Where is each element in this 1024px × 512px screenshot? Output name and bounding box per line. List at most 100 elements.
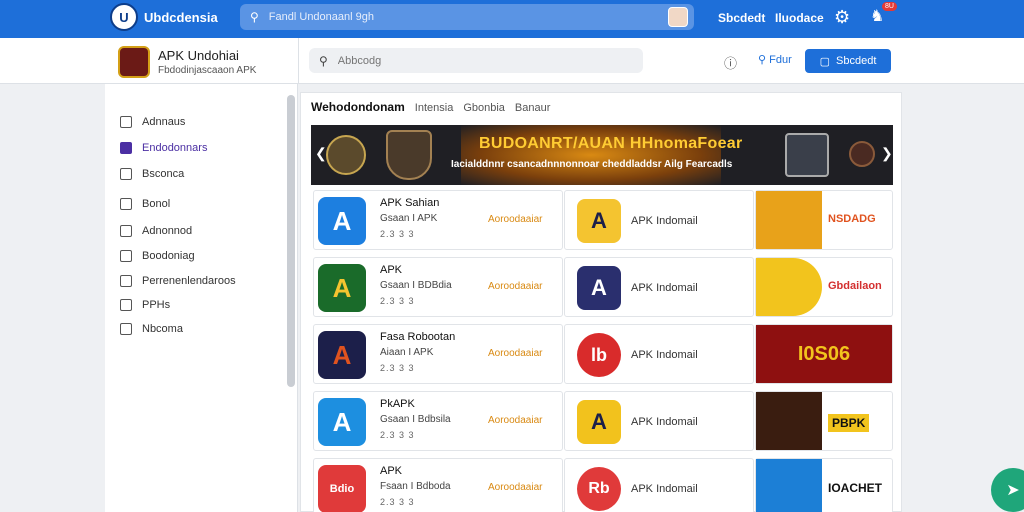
promo-card[interactable]: PBPK bbox=[755, 391, 893, 451]
app-card[interactable]: A APK Sahian Gsaan I APK 2.3 3 3 Aorooda… bbox=[313, 190, 563, 250]
top-bar: U Ubdcdensia ⚲ Sbcdedt Iluodace ⚙ ♞8U bbox=[0, 0, 1024, 38]
app-icon: A bbox=[577, 266, 621, 310]
global-search-input[interactable] bbox=[268, 11, 649, 23]
app-row: A PkAPK Gsaan I Bdbsila 2.3 3 3 Aoroodaa… bbox=[313, 391, 893, 451]
sidebar-scrollbar[interactable] bbox=[287, 95, 295, 387]
app-name: APK Indomail bbox=[631, 349, 698, 361]
content-search-input[interactable] bbox=[337, 54, 480, 67]
download-link[interactable]: Aoroodaaiar bbox=[488, 281, 542, 292]
banner-shield bbox=[386, 130, 432, 180]
brand-name[interactable]: Ubdcdensia bbox=[144, 10, 218, 25]
app-card[interactable]: Rb APK Indomail bbox=[564, 458, 754, 512]
app-subtitle: Gsaan I Bdbsila bbox=[380, 414, 451, 425]
tab-bar: Wehodondonam Intensia Gbonbia Banaur bbox=[311, 100, 550, 114]
sidebar-item-label: Adnonnod bbox=[142, 225, 193, 237]
app-version: 2.3 3 3 bbox=[380, 497, 415, 507]
sidebar-item-8[interactable]: PPHs bbox=[120, 299, 170, 311]
app-card[interactable]: A APK Indomail bbox=[564, 190, 754, 250]
download-link[interactable]: Aoroodaaiar bbox=[488, 348, 542, 359]
sidebar-item-label: PPHs bbox=[142, 299, 171, 311]
promo-card[interactable]: I0S06 bbox=[755, 324, 893, 384]
app-name: APK Indomail bbox=[631, 483, 698, 495]
promo-label: NSDADG bbox=[828, 213, 876, 225]
app-row: A Fasa Robootan Aiaan I APK 2.3 3 3 Aoro… bbox=[313, 324, 893, 384]
chevron-right-icon[interactable]: ❯ bbox=[881, 145, 893, 162]
primary-button[interactable]: ▢ Sbcdedt bbox=[805, 49, 891, 73]
notification-bell-icon[interactable]: ♞ 8U bbox=[870, 2, 897, 26]
promo-card[interactable]: IOACHET bbox=[755, 458, 893, 512]
content-search-bar[interactable]: ⚲ bbox=[309, 48, 643, 73]
app-version: 2.3 3 3 bbox=[380, 296, 415, 306]
tab-3[interactable]: Banaur bbox=[515, 102, 550, 114]
sidebar-item-2[interactable]: Endodonnars bbox=[120, 142, 207, 154]
global-search-bar[interactable]: ⚲ bbox=[240, 4, 694, 30]
download-link[interactable]: Aoroodaaiar bbox=[488, 415, 542, 426]
chevron-left-icon[interactable]: ❮ bbox=[315, 145, 327, 162]
tab-1[interactable]: Intensia bbox=[415, 102, 454, 114]
download-link[interactable]: Aoroodaaiar bbox=[488, 214, 542, 225]
app-name: APK bbox=[380, 264, 403, 276]
top-link-2[interactable]: Iluodace bbox=[775, 11, 824, 25]
app-name: Fasa Robootan bbox=[380, 331, 456, 343]
app-subtitle: Fbdodinjascaaon APK bbox=[158, 65, 257, 76]
primary-button-label: Sbcdedt bbox=[836, 55, 877, 67]
app-card[interactable]: A APK Gsaan I BDBdia 2.3 3 3 Aoroodaaiar bbox=[313, 257, 563, 317]
promo-thumbnail bbox=[756, 459, 822, 512]
app-subtitle: Gsaan I APK bbox=[380, 213, 438, 224]
app-icon: Rb bbox=[577, 467, 621, 511]
top-link-1[interactable]: Sbcdedt bbox=[718, 11, 765, 25]
sidebar-item-6[interactable]: Boodoniag bbox=[120, 250, 195, 262]
promo-card[interactable]: Gbdailaon bbox=[755, 257, 893, 317]
app-card[interactable]: A PkAPK Gsaan I Bdbsila 2.3 3 3 Aoroodaa… bbox=[313, 391, 563, 451]
search-link-label: Fdur bbox=[769, 54, 792, 66]
app-subtitle: Gsaan I BDBdia bbox=[380, 280, 452, 291]
search-icon: ⚲ bbox=[319, 53, 328, 68]
app-card[interactable]: A APK Indomail bbox=[564, 257, 754, 317]
tab-main[interactable]: Wehodondonam bbox=[311, 100, 405, 114]
sidebar-item-1[interactable]: Adnnaus bbox=[120, 116, 185, 128]
promo-banner[interactable]: BUDOANRT/AUAN HHnomaFoear Iacialddnnr cs… bbox=[311, 125, 893, 185]
floating-action-button[interactable]: ➤ bbox=[991, 468, 1024, 512]
app-card[interactable]: A APK Indomail bbox=[564, 391, 754, 451]
sidebar-item-7[interactable]: Perrenenlendaroos bbox=[120, 275, 236, 287]
promo-thumbnail bbox=[756, 191, 822, 249]
app-icon: lb bbox=[577, 333, 621, 377]
gear-icon[interactable]: ⚙ bbox=[834, 7, 850, 28]
app-icon: Bdio bbox=[318, 465, 366, 512]
app-icon: A bbox=[318, 331, 366, 379]
sidebar-item-4[interactable]: Bonol bbox=[120, 198, 170, 210]
primary-button-icon: ▢ bbox=[819, 55, 831, 68]
sidebar-item-3[interactable]: Bsconca bbox=[120, 168, 184, 180]
download-link[interactable]: Aoroodaaiar bbox=[488, 482, 542, 493]
app-card[interactable]: lb APK Indomail bbox=[564, 324, 754, 384]
search-icon: ⚲ bbox=[250, 10, 259, 24]
app-version: 2.3 3 3 bbox=[380, 430, 415, 440]
search-link[interactable]: ⚲ Fdur bbox=[758, 53, 792, 66]
divider bbox=[298, 38, 299, 84]
app-card[interactable]: Bdio APK Fsaan I Bdboda 2.3 3 3 Aoroodaa… bbox=[313, 458, 563, 512]
brand-logo[interactable]: U bbox=[110, 3, 138, 31]
sidebar-item-label: Perrenenlendaroos bbox=[142, 275, 236, 287]
promo-label: Gbdailaon bbox=[828, 280, 882, 292]
sidebar: Adnnaus Endodonnars Bsconca Bonol Adnonn… bbox=[105, 84, 298, 512]
app-card[interactable]: A Fasa Robootan Aiaan I APK 2.3 3 3 Aoro… bbox=[313, 324, 563, 384]
app-row: Bdio APK Fsaan I Bdboda 2.3 3 3 Aoroodaa… bbox=[313, 458, 893, 512]
sidebar-item-9[interactable]: Nbcoma bbox=[120, 323, 183, 335]
avatar[interactable] bbox=[668, 7, 688, 27]
banner-emblem bbox=[326, 135, 366, 175]
app-row: A APK Gsaan I BDBdia 2.3 3 3 Aoroodaaiar… bbox=[313, 257, 893, 317]
promo-label: PBPK bbox=[828, 414, 870, 432]
sidebar-item-label: Endodonnars bbox=[142, 142, 208, 154]
sidebar-item-5[interactable]: Adnonnod bbox=[120, 225, 192, 237]
sidebar-item-label: Bsconca bbox=[142, 168, 185, 180]
sidebar-item-label: Adnnaus bbox=[142, 116, 186, 128]
app-title: APK Undohiai bbox=[158, 48, 239, 63]
promo-card[interactable]: NSDADG bbox=[755, 190, 893, 250]
doc-icon bbox=[120, 250, 132, 262]
tab-2[interactable]: Gbonbia bbox=[463, 102, 505, 114]
promo-thumbnail bbox=[756, 392, 822, 450]
app-icon: A bbox=[318, 264, 366, 312]
app-logo bbox=[118, 46, 150, 78]
home-icon bbox=[120, 116, 132, 128]
help-icon[interactable]: ⓘ bbox=[724, 53, 737, 72]
